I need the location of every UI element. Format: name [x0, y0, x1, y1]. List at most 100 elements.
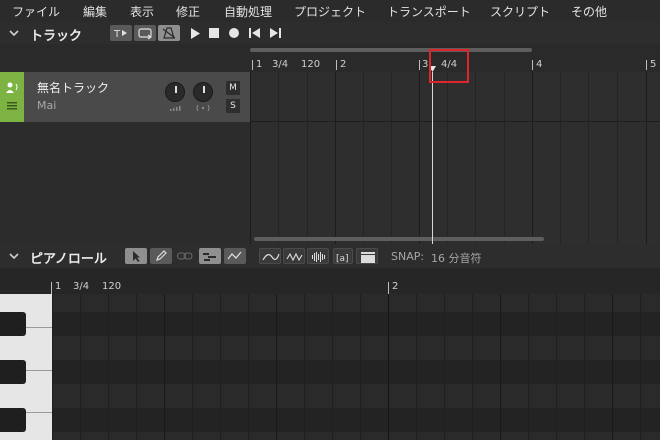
ruler-bar-label: 2 — [392, 281, 399, 292]
black-key[interactable] — [0, 408, 26, 432]
grid-line — [528, 294, 529, 440]
snap-label: SNAP: — [391, 250, 425, 263]
piano-roll-ruler[interactable]: 1 3/4 120 2 — [50, 280, 660, 294]
ruler-bar-label: 1 — [256, 59, 263, 70]
chevron-down-icon[interactable] — [9, 251, 19, 261]
grid-beat-line — [447, 72, 448, 244]
grid-beat-line — [560, 72, 561, 244]
track-list-empty-area[interactable] — [0, 122, 250, 244]
record-icon[interactable] — [229, 28, 239, 38]
grid-beat-line — [391, 72, 392, 244]
menu-automation[interactable]: 自動処理 — [224, 3, 272, 20]
menu-modify[interactable]: 修正 — [176, 3, 200, 20]
grid-line — [248, 294, 249, 440]
drag-handle-icon[interactable] — [7, 102, 17, 110]
go-to-end-icon[interactable] — [270, 28, 281, 38]
vibrato-button[interactable] — [283, 248, 305, 264]
grid-line — [640, 294, 641, 440]
chevron-down-icon[interactable] — [9, 28, 19, 38]
grid-bar-line — [419, 72, 420, 244]
select-tool-button[interactable] — [125, 248, 147, 264]
black-key[interactable] — [0, 360, 26, 384]
grid-line — [192, 294, 193, 440]
solo-button[interactable]: S — [226, 99, 240, 113]
knob-indicator — [175, 86, 177, 93]
piano-roll-header: ピアノロール [a] — [0, 244, 660, 268]
go-to-start-icon[interactable] — [249, 28, 260, 38]
grid-beat-line — [617, 72, 618, 244]
piano-roll-title: ピアノロール — [30, 252, 107, 267]
black-key[interactable] — [0, 312, 26, 336]
piano-keyboard[interactable] — [0, 294, 52, 440]
metronome-button[interactable] — [158, 25, 180, 41]
track-name[interactable]: 無名トラック — [37, 79, 109, 96]
grid-line — [360, 294, 361, 440]
knob-indicator — [203, 86, 205, 93]
pitch-curve-icon — [227, 251, 242, 260]
track-singer[interactable]: Mai — [37, 99, 56, 112]
ruler-tick — [336, 60, 337, 70]
ruler-tick — [252, 60, 253, 70]
metronome-off-icon — [162, 27, 176, 39]
grid-line — [472, 294, 473, 440]
stop-icon[interactable] — [209, 28, 219, 38]
grid-bar-line — [532, 72, 533, 244]
grid-beat-line — [363, 72, 364, 244]
menu-view[interactable]: 表示 — [130, 3, 154, 20]
track-horizontal-scrollbar[interactable] — [254, 237, 544, 241]
singer-voice-icon — [6, 82, 18, 93]
menu-edit[interactable]: 編集 — [83, 3, 107, 20]
menu-project[interactable]: プロジェクト — [294, 3, 366, 20]
pitch-mode-button[interactable] — [224, 248, 246, 264]
menu-transport[interactable]: トランスポート — [387, 3, 471, 20]
mute-button[interactable]: M — [226, 81, 240, 95]
track-horizontal-overview-scrollbar[interactable] — [250, 48, 532, 52]
grid-beat-line — [278, 72, 279, 244]
waveform-button[interactable] — [307, 248, 329, 264]
black-key-row — [52, 360, 660, 384]
menu-file[interactable]: ファイル — [12, 3, 60, 20]
grid-beat-line — [307, 72, 308, 244]
note-mode-button[interactable] — [199, 248, 221, 264]
track-section-header: トラック T — [0, 22, 660, 44]
pencil-icon — [156, 250, 167, 261]
snap-value-dropdown[interactable]: 16 分音符 — [431, 250, 482, 266]
grid-line — [52, 294, 53, 440]
grid-beat-line — [276, 294, 277, 440]
track-mode-button[interactable]: T — [110, 25, 132, 41]
ruler-time-signature: 3/4 — [272, 59, 289, 70]
ruler-tempo: 120 — [301, 59, 321, 70]
loop-icon — [138, 28, 153, 40]
menu-bar: ファイル 編集 表示 修正 自動処理 プロジェクト トランスポート スクリプト … — [0, 0, 660, 22]
phoneme-button[interactable]: [a] — [333, 248, 353, 264]
pitch-smooth-button[interactable] — [259, 248, 281, 264]
volume-knob[interactable] — [165, 82, 185, 102]
grid-line — [444, 294, 445, 440]
clapperboard-button[interactable] — [356, 248, 378, 264]
track-color-strip[interactable] — [0, 72, 24, 122]
loop-button[interactable] — [134, 25, 156, 41]
menu-other[interactable]: その他 — [571, 3, 607, 20]
playhead-line[interactable] — [432, 72, 433, 244]
highlight-box — [429, 49, 469, 83]
track-header[interactable]: 無名トラック Mai M S — [0, 72, 250, 122]
grid-line — [584, 294, 585, 440]
black-key-row — [52, 312, 660, 336]
grid-bar-line — [646, 72, 647, 244]
ruler-time-signature: 3/4 — [73, 281, 90, 292]
ruler-tick — [419, 60, 420, 70]
vibrato-icon — [286, 252, 303, 262]
clapperboard-icon — [361, 252, 375, 263]
play-icon[interactable] — [190, 28, 200, 39]
menu-script[interactable]: スクリプト — [490, 3, 550, 20]
smooth-curve-icon — [262, 253, 280, 261]
grid-line — [556, 294, 557, 440]
link-icon[interactable] — [177, 252, 193, 260]
piano-roll-grid[interactable] — [52, 294, 660, 440]
pan-icon — [196, 105, 210, 111]
track-arrangement-grid[interactable] — [250, 72, 660, 244]
ruler-tick — [51, 282, 52, 294]
pan-knob[interactable] — [193, 82, 213, 102]
pencil-tool-button[interactable] — [150, 248, 172, 264]
ruler-tempo: 120 — [102, 281, 122, 292]
